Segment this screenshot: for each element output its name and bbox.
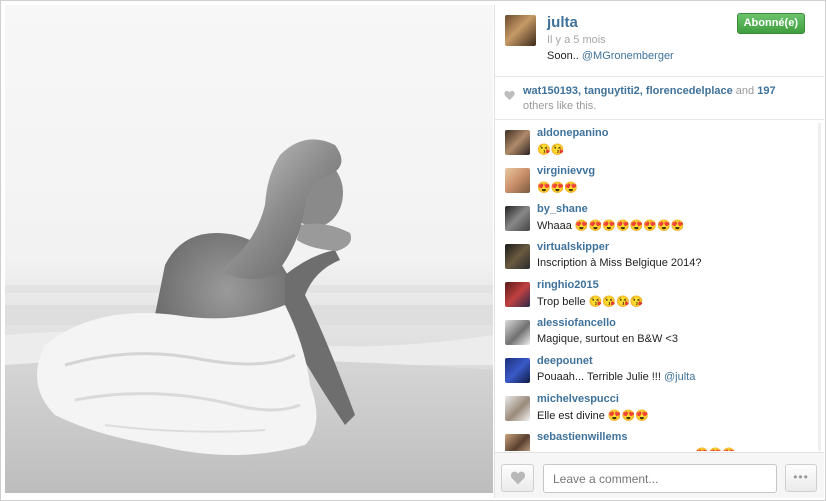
comment-text: Whaaa 😍😍😍😍😍😍😍😍 xyxy=(537,220,685,232)
likes-others-text: others like this. xyxy=(523,100,597,112)
comments-list: aldonepanino 😘😘 virginievvg 😍😍😍 by_shane… xyxy=(495,121,824,451)
caption-text: Soon.. xyxy=(547,50,582,62)
comment-text: Trop belle 😘😘😘😘 xyxy=(537,296,644,308)
caption-mention[interactable]: @MGronemberger xyxy=(582,50,674,62)
comment-text: Magique, surtout en B&W <3 xyxy=(537,333,678,345)
comment-item: aldonepanino 😘😘 xyxy=(495,125,815,163)
owner-username[interactable]: julta xyxy=(547,14,578,31)
post-header: julta Il y a 5 mois Soon.. @MGronemberge… xyxy=(495,5,824,77)
comment-text: 😍😍😍 xyxy=(537,182,579,194)
comment-text: 😘😘 xyxy=(537,144,565,156)
post-timestamp: Il y a 5 mois xyxy=(547,34,606,46)
comment-input[interactable] xyxy=(543,464,777,493)
likes-section: wat150193, tanguytiti2, florencedelplace… xyxy=(495,78,824,120)
comment-item: virginievvg 😍😍😍 xyxy=(495,163,815,201)
comment-mention[interactable]: @julta xyxy=(664,371,695,383)
instagram-post-viewer: julta Il y a 5 mois Soon.. @MGronemberge… xyxy=(0,0,826,501)
comment-username[interactable]: sebastienwillems xyxy=(537,431,628,443)
commenter-avatar[interactable] xyxy=(505,282,530,307)
comment-item: sebastienwillems 😍😍😍 xyxy=(495,429,815,451)
heart-icon xyxy=(510,471,526,485)
comment-item: virtualskipper Inscription à Miss Belgiq… xyxy=(495,239,815,277)
comments-scrollbar[interactable] xyxy=(818,123,821,451)
like-button[interactable] xyxy=(501,464,534,492)
owner-avatar[interactable] xyxy=(505,15,536,46)
liker-2[interactable]: tanguytiti2 xyxy=(584,85,640,97)
comment-username[interactable]: michelvespucci xyxy=(537,393,619,405)
comment-username[interactable]: alessiofancello xyxy=(537,317,616,329)
comment-item: by_shane Whaaa 😍😍😍😍😍😍😍😍 xyxy=(495,201,815,239)
comment-item: ringhio2015 Trop belle 😘😘😘😘 xyxy=(495,277,815,315)
comment-username[interactable]: ringhio2015 xyxy=(537,279,599,291)
likes-text: wat150193, tanguytiti2, florencedelplace… xyxy=(523,84,808,114)
comment-username[interactable]: virtualskipper xyxy=(537,241,609,253)
commenter-avatar[interactable] xyxy=(505,320,530,345)
post-caption: Soon.. @MGronemberger xyxy=(547,50,674,62)
comment-text: Elle est divine 😍😍😍 xyxy=(537,410,650,422)
commenter-avatar[interactable] xyxy=(505,434,530,451)
comment-username[interactable]: virginievvg xyxy=(537,165,595,177)
commenter-avatar[interactable] xyxy=(505,396,530,421)
post-photo[interactable] xyxy=(5,5,493,493)
comment-body: Pouaah... Terrible Julie !!! xyxy=(537,371,664,383)
comment-item: michelvespucci Elle est divine 😍😍😍 xyxy=(495,391,815,429)
comment-username[interactable]: by_shane xyxy=(537,203,588,215)
likes-count[interactable]: 197 xyxy=(757,85,775,97)
following-button[interactable]: Abonné(e) xyxy=(736,13,805,34)
more-options-button[interactable]: ••• xyxy=(785,464,817,492)
likes-and: and xyxy=(732,85,758,97)
liker-3[interactable]: florencedelplace xyxy=(646,85,733,97)
commenter-avatar[interactable] xyxy=(505,130,530,155)
commenter-avatar[interactable] xyxy=(505,168,530,193)
comment-text: 😍😍😍 xyxy=(695,447,736,451)
photo-illustration xyxy=(5,139,493,493)
heart-icon xyxy=(504,90,515,101)
commenter-avatar[interactable] xyxy=(505,206,530,231)
commenter-avatar[interactable] xyxy=(505,244,530,269)
post-sidebar: julta Il y a 5 mois Soon.. @MGronemberge… xyxy=(494,5,824,498)
comment-username[interactable]: deepounet xyxy=(537,355,593,367)
comment-footer: ••• xyxy=(495,452,824,498)
comment-text: Pouaah... Terrible Julie !!! @julta xyxy=(537,371,695,383)
comment-item: alessiofancello Magique, surtout en B&W … xyxy=(495,315,815,353)
liker-1[interactable]: wat150193 xyxy=(523,85,578,97)
comment-text: Inscription à Miss Belgique 2014? xyxy=(537,257,702,269)
comment-username[interactable]: aldonepanino xyxy=(537,127,609,139)
commenter-avatar[interactable] xyxy=(505,358,530,383)
comment-item: deepounet Pouaah... Terrible Julie !!! @… xyxy=(495,353,815,391)
